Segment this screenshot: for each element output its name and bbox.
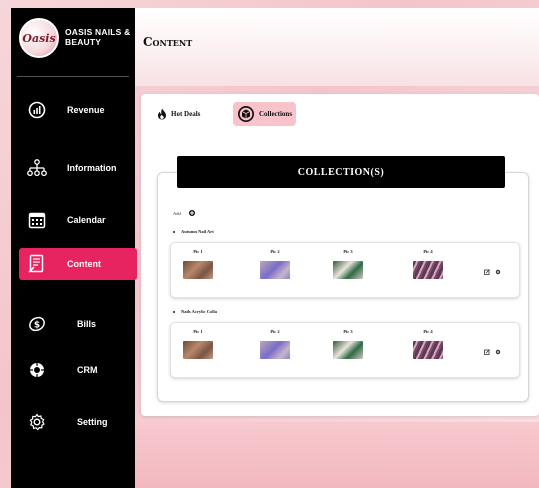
- pic-label: Pic 3: [343, 329, 353, 334]
- pic-label: Pic 3: [343, 249, 353, 254]
- brand-logo[interactable]: Oasis: [19, 18, 59, 58]
- collection-group-card: Pic 1 Pic 2 Pic 3 Pic 4: [170, 322, 520, 378]
- pic-item[interactable]: Pic 4: [408, 249, 448, 284]
- pic-item[interactable]: Pic 1: [178, 249, 218, 284]
- nail-thumbnail[interactable]: [260, 341, 290, 359]
- gear-icon: [27, 412, 47, 432]
- card-actions: [484, 269, 501, 275]
- sidebar-item-content[interactable]: Content: [19, 248, 137, 280]
- sidebar-item-bills[interactable]: $ Bills: [19, 308, 137, 340]
- nail-thumbnail[interactable]: [333, 261, 363, 279]
- sidebar-item-label: Setting: [77, 417, 108, 427]
- tab-hot-deals[interactable]: Hot Deals: [157, 102, 200, 126]
- sidebar-item-revenue[interactable]: Revenue: [19, 94, 137, 126]
- collection-group-title: Nails Acrylic Colla: [173, 309, 217, 314]
- pic-item[interactable]: Pic 1: [178, 329, 218, 364]
- pic-label: Pic 1: [193, 329, 203, 334]
- logo-text: Oasis: [22, 31, 56, 45]
- collection-group-title: Autumn Nail Art: [173, 229, 214, 234]
- add-collection-row: Add: [173, 210, 195, 216]
- tab-label: Hot Deals: [171, 110, 201, 118]
- fire-icon: [157, 108, 167, 120]
- add-collection-button[interactable]: [188, 210, 195, 216]
- settings-icon[interactable]: [495, 269, 501, 275]
- pic-label: Pic 2: [270, 329, 280, 334]
- pic-label: Pic 4: [423, 329, 433, 334]
- sidebar-item-label: Bills: [77, 319, 97, 329]
- pic-item[interactable]: Pic 4: [408, 329, 448, 364]
- nail-thumbnail[interactable]: [413, 261, 443, 279]
- footer-band: [135, 422, 539, 488]
- brand: Oasis OASIS NAILS & BEAUTY: [11, 8, 135, 70]
- crm-icon: [27, 360, 47, 380]
- page-header: Content: [135, 8, 539, 86]
- sidebar-item-label: Revenue: [67, 105, 105, 115]
- nail-thumbnail[interactable]: [183, 261, 213, 279]
- svg-text:$: $: [34, 321, 40, 331]
- nail-thumbnail[interactable]: [413, 341, 443, 359]
- pic-label: Pic 2: [270, 249, 280, 254]
- sidebar-item-label: Content: [67, 259, 101, 269]
- tab-label: Collections: [259, 110, 293, 118]
- sitemap-icon: [27, 158, 47, 178]
- pic-item[interactable]: Pic 2: [255, 249, 295, 284]
- pic-item[interactable]: Pic 2: [255, 329, 295, 364]
- nail-thumbnail[interactable]: [260, 261, 290, 279]
- sidebar-item-calendar[interactable]: Calendar: [19, 204, 137, 236]
- sidebar-item-label: Information: [67, 163, 117, 173]
- bills-icon: $: [27, 314, 47, 334]
- edit-icon[interactable]: [484, 269, 490, 275]
- pic-item[interactable]: Pic 3: [328, 329, 368, 364]
- sidebar-item-label: Calendar: [67, 215, 106, 225]
- content-icon: [27, 254, 47, 274]
- sidebar-item-setting[interactable]: Setting: [19, 406, 137, 438]
- sidebar-item-information[interactable]: Information: [19, 152, 137, 184]
- pic-label: Pic 4: [423, 249, 433, 254]
- pic-item[interactable]: Pic 3: [328, 249, 368, 284]
- edit-icon[interactable]: [484, 349, 490, 355]
- sidebar: Oasis OASIS NAILS & BEAUTY Revenue Infor…: [11, 8, 137, 488]
- nail-thumbnail[interactable]: [333, 341, 363, 359]
- add-label: Add: [173, 210, 181, 216]
- calendar-icon: [27, 210, 47, 230]
- page-title: Content: [143, 35, 193, 49]
- revenue-icon: [27, 100, 47, 120]
- sidebar-item-label: CRM: [77, 365, 98, 375]
- pic-label: Pic 1: [193, 249, 203, 254]
- collection-group-card: Pic 1 Pic 2 Pic 3 Pic 4: [170, 242, 520, 298]
- sidebar-divider: [17, 76, 129, 77]
- brand-name: OASIS NAILS & BEAUTY: [65, 27, 131, 47]
- sidebar-item-crm[interactable]: CRM: [19, 354, 137, 386]
- content-panel: Hot Deals Collections COLLECTION(S) Add …: [141, 94, 539, 416]
- card-actions: [484, 349, 501, 355]
- collections-title: COLLECTION(S): [177, 156, 505, 188]
- box-icon: [237, 105, 255, 123]
- tab-collections[interactable]: Collections: [233, 102, 297, 126]
- nail-thumbnail[interactable]: [183, 341, 213, 359]
- settings-icon[interactable]: [495, 349, 501, 355]
